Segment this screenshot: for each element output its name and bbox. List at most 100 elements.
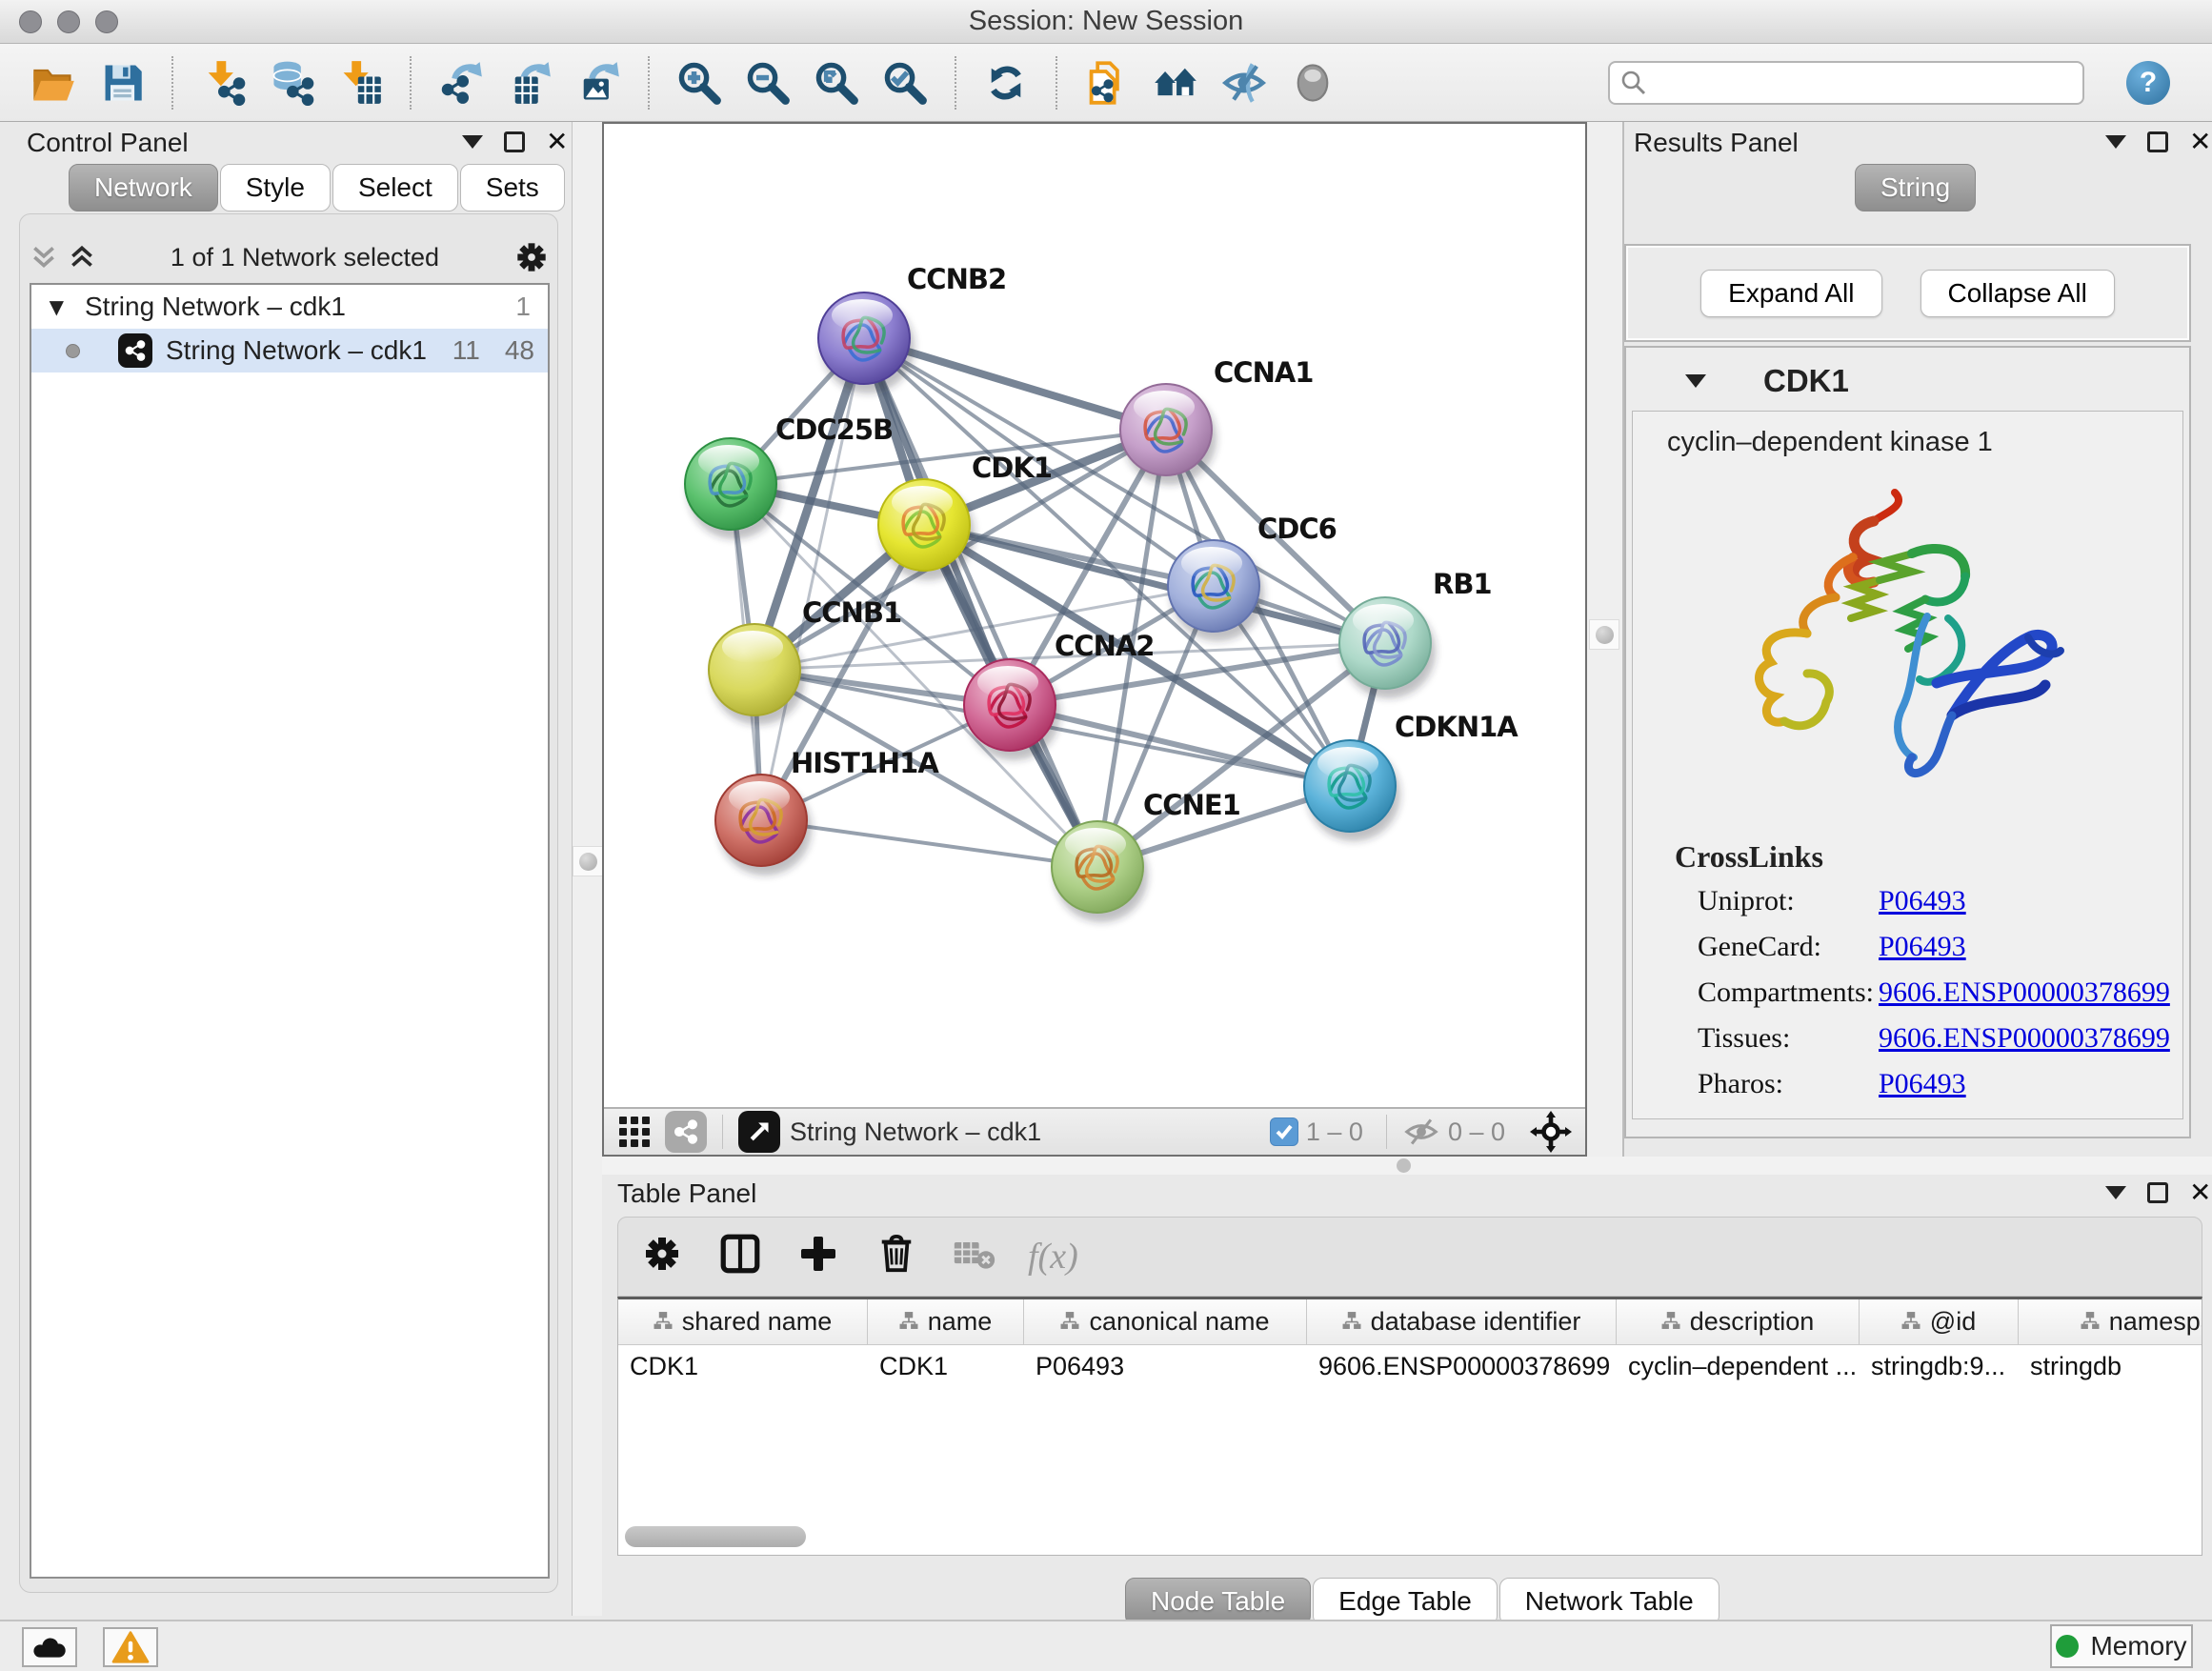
svg-text:CDC25B: CDC25B	[775, 413, 893, 446]
table-cell[interactable]: CDK1	[618, 1352, 868, 1381]
table-cell[interactable]: 9606.ENSP00000378699	[1307, 1352, 1617, 1381]
zoom-selected-icon[interactable]	[878, 56, 932, 110]
svg-text:CCNA2: CCNA2	[1055, 630, 1154, 662]
tab-style[interactable]: Style	[220, 164, 331, 211]
section-collapse-icon[interactable]	[1685, 374, 1706, 388]
import-database-icon[interactable]	[265, 56, 318, 110]
tree-expand-icon[interactable]: ▼	[31, 295, 64, 318]
tab-network[interactable]: Network	[69, 164, 218, 211]
refresh-icon[interactable]	[979, 56, 1033, 110]
show-columns-icon[interactable]	[718, 1232, 762, 1276]
fit-content-crosshair-icon[interactable]	[1530, 1111, 1572, 1153]
panel-menu-icon[interactable]	[462, 135, 483, 149]
selected-checkbox[interactable]	[1270, 1117, 1298, 1146]
table-cell[interactable]: CDK1	[868, 1352, 1024, 1381]
right-splitter[interactable]	[1587, 122, 1624, 1175]
column-header-2[interactable]: canonical name	[1024, 1299, 1307, 1344]
open-session-icon[interactable]	[27, 56, 80, 110]
help-icon[interactable]: ?	[2126, 61, 2170, 105]
panel-float-icon[interactable]	[2147, 1182, 2168, 1203]
crosslink-uniprot-link[interactable]: P06493	[1879, 885, 1966, 917]
toolbar-separator	[171, 56, 173, 110]
show-panel-icon[interactable]	[1286, 56, 1339, 110]
panel-close-icon[interactable]: ✕	[2189, 131, 2211, 152]
delete-column-icon[interactable]	[876, 1232, 916, 1276]
import-table-icon[interactable]	[333, 56, 387, 110]
horizontal-scrollbar[interactable]	[625, 1526, 806, 1547]
collapse-all-icon[interactable]	[30, 243, 58, 272]
panel-float-icon[interactable]	[2147, 131, 2168, 152]
left-splitter[interactable]	[572, 122, 602, 1616]
crosslink-compartments-link[interactable]: 9606.ENSP00000378699	[1879, 976, 2170, 1009]
homes-icon[interactable]	[1149, 56, 1202, 110]
save-session-icon[interactable]	[95, 56, 149, 110]
right-splitter-handle[interactable]	[1589, 619, 1619, 650]
crosslink-genecard-link[interactable]: P06493	[1879, 931, 1966, 963]
column-header-1[interactable]: name	[868, 1299, 1024, 1344]
export-table-icon[interactable]	[503, 56, 556, 110]
window-title: Session: New Session	[0, 0, 2212, 42]
table-settings-gear-icon[interactable]	[641, 1233, 683, 1275]
panel-close-icon[interactable]: ✕	[2189, 1182, 2211, 1203]
column-header-0[interactable]: shared name	[618, 1299, 868, 1344]
expand-all-icon[interactable]	[68, 243, 96, 272]
control-panel-tabs: NetworkStyleSelectSets	[69, 164, 567, 211]
collapse-all-button[interactable]: Collapse All	[1920, 270, 2115, 317]
svg-text:RB1: RB1	[1433, 568, 1492, 600]
network-canvas[interactable]: CCNB2CCNA1CDC25BCDK1CDC6RB1CCNB1CCNA2CDK…	[604, 124, 1585, 1107]
left-splitter-handle[interactable]	[573, 846, 603, 876]
panel-menu-icon[interactable]	[2105, 1186, 2126, 1199]
share-file-icon[interactable]	[1080, 56, 1134, 110]
window-minimize-button[interactable]	[57, 10, 80, 33]
network-options-gear-icon[interactable]	[513, 239, 550, 275]
window-close-button[interactable]	[19, 10, 42, 33]
tab-edge-table[interactable]: Edge Table	[1313, 1578, 1498, 1625]
grid-view-icon[interactable]	[617, 1115, 652, 1149]
table-cell[interactable]: cyclin–dependent ...	[1617, 1352, 1860, 1381]
column-header-5[interactable]: @id	[1860, 1299, 2019, 1344]
network-row-selected[interactable]: String Network – cdk1 11 48	[31, 329, 548, 372]
tab-network-table[interactable]: Network Table	[1499, 1578, 1719, 1625]
network-collection-row[interactable]: ▼ String Network – cdk1 1	[31, 285, 548, 329]
table-cell[interactable]: stringdb:9...	[1860, 1352, 2019, 1381]
tab-node-table[interactable]: Node Table	[1125, 1578, 1311, 1625]
window-zoom-button[interactable]	[95, 10, 118, 33]
zoom-out-icon[interactable]	[741, 56, 794, 110]
expand-all-button[interactable]: Expand All	[1700, 270, 1881, 317]
tab-sets[interactable]: Sets	[460, 164, 565, 211]
control-panel: Control Panel ✕ NetworkStyleSelectSets 1…	[0, 122, 572, 1616]
birdseye-view-icon[interactable]	[738, 1111, 780, 1153]
toolbar-separator	[410, 56, 412, 110]
node-count: 11	[452, 335, 480, 366]
table-cell[interactable]: stringdb	[2019, 1352, 2202, 1381]
column-header-3[interactable]: database identifier	[1307, 1299, 1617, 1344]
hide-panel-icon[interactable]	[1217, 56, 1271, 110]
panel-close-icon[interactable]: ✕	[546, 131, 568, 152]
warnings-button[interactable]	[103, 1627, 158, 1667]
cloud-button[interactable]	[22, 1627, 77, 1667]
column-header-6[interactable]: namespace	[2019, 1299, 2202, 1344]
crosslink-pharos-link[interactable]: P06493	[1879, 1068, 1966, 1100]
zoom-fit-icon[interactable]	[810, 56, 863, 110]
tab-select[interactable]: Select	[332, 164, 458, 211]
table-cell[interactable]: P06493	[1024, 1352, 1307, 1381]
import-network-icon[interactable]	[196, 56, 250, 110]
export-network-icon[interactable]	[434, 56, 488, 110]
protein-structure-image	[1708, 475, 2108, 828]
column-header-4[interactable]: description	[1617, 1299, 1860, 1344]
network-tree: ▼ String Network – cdk1 1 String Network…	[30, 283, 550, 1579]
protein-section-header[interactable]: CDK1	[1626, 348, 2189, 411]
add-column-icon[interactable]	[797, 1233, 839, 1275]
crosslink-label: Uniprot:	[1698, 885, 1879, 917]
tab-string[interactable]: String	[1855, 164, 1976, 211]
export-image-icon[interactable]	[572, 56, 625, 110]
panel-menu-icon[interactable]	[2105, 135, 2126, 149]
panel-float-icon[interactable]	[504, 131, 525, 152]
horizontal-splitter-handle[interactable]	[1397, 1158, 1411, 1173]
crosslink-tissues-link[interactable]: 9606.ENSP00000378699	[1879, 1022, 2170, 1055]
zoom-in-icon[interactable]	[673, 56, 726, 110]
table-row[interactable]: CDK1CDK1P064939606.ENSP00000378699cyclin…	[618, 1345, 2202, 1387]
memory-button[interactable]: Memory	[2050, 1624, 2193, 1668]
search-input[interactable]	[1608, 61, 2084, 105]
network-share-icon[interactable]	[665, 1111, 707, 1153]
